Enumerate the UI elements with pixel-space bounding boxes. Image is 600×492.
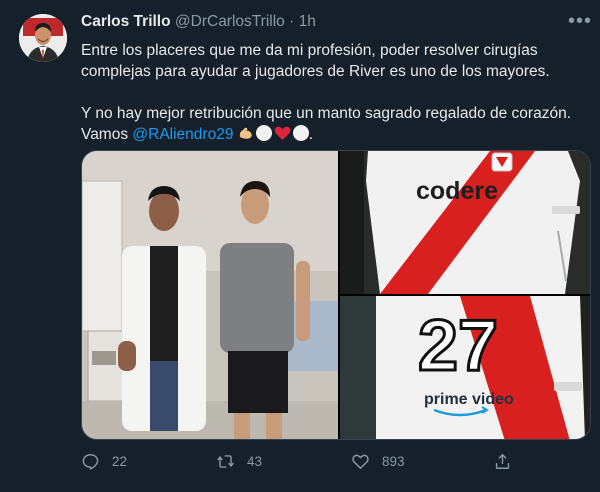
share-button[interactable] bbox=[493, 452, 512, 471]
reply-icon bbox=[82, 454, 99, 470]
photo-jersey-front[interactable]: codere bbox=[340, 151, 591, 294]
white-circle-icon bbox=[292, 125, 309, 141]
avatar[interactable] bbox=[19, 14, 67, 62]
tweet-line: Y no hay mejor retribución que un manto … bbox=[81, 105, 571, 122]
media-grid: codere 27 prime video bbox=[81, 150, 591, 440]
more-options-icon[interactable]: ••• bbox=[568, 10, 592, 33]
tweet-timestamp[interactable]: 1h bbox=[299, 13, 316, 30]
tweet-line: Entre los placeres que me da mi profesió… bbox=[81, 42, 538, 59]
jersey-sponsor-codere: codere bbox=[416, 177, 498, 205]
reply-button[interactable]: 22 bbox=[81, 452, 127, 471]
like-count: 893 bbox=[382, 454, 405, 469]
tweet-card[interactable]: Carlos Trillo @DrCarlosTrillo · 1h ••• E… bbox=[0, 0, 600, 492]
author-name[interactable]: Carlos Trillo bbox=[81, 13, 171, 30]
share-icon bbox=[495, 453, 510, 469]
jersey-number: 27 bbox=[418, 306, 498, 386]
photo-jersey-back[interactable]: 27 prime video bbox=[340, 296, 591, 440]
reply-count: 22 bbox=[112, 454, 128, 469]
tweet-text: Entre los placeres que me da mi profesió… bbox=[81, 40, 581, 145]
author-handle[interactable]: @DrCarlosTrillo bbox=[175, 13, 285, 30]
photo-clinic[interactable] bbox=[82, 151, 338, 440]
retweet-count: 43 bbox=[247, 454, 263, 469]
like-button[interactable]: 893 bbox=[351, 452, 405, 471]
retweet-button[interactable]: 43 bbox=[216, 452, 262, 471]
tweet-actions: 22 43 893 bbox=[81, 452, 581, 474]
retweet-icon bbox=[217, 455, 234, 468]
tweet-header: Carlos Trillo @DrCarlosTrillo · 1h bbox=[81, 13, 316, 31]
tweet-text-prefix: Vamos bbox=[81, 126, 133, 143]
white-circle-icon bbox=[255, 125, 272, 141]
heart-icon bbox=[352, 454, 369, 469]
jersey-sponsor-prime: prime video bbox=[424, 391, 514, 408]
avatar-image bbox=[19, 14, 67, 62]
red-heart-icon bbox=[274, 126, 291, 140]
tweet-line-mention: Vamos @RAliendro29 . bbox=[81, 124, 581, 145]
separator-dot: · bbox=[289, 13, 295, 30]
flexed-biceps-icon bbox=[239, 127, 252, 139]
mention-link[interactable]: @RAliendro29 bbox=[132, 126, 233, 143]
tweet-line: complejas para ayudar a jugadores de Riv… bbox=[81, 63, 550, 80]
tweet-text-suffix: . bbox=[308, 126, 314, 143]
